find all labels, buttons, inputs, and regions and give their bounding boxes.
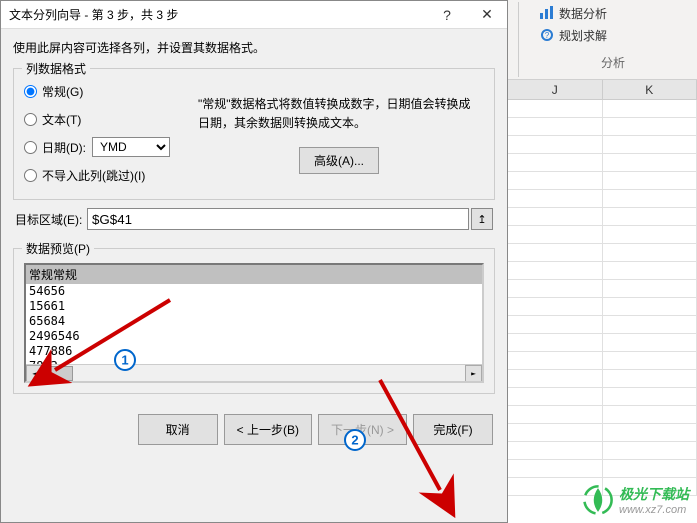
dialog-footer: 取消 < 上一步(B) 下一步(N) > 完成(F) [1,404,507,455]
format-legend: 列数据格式 [22,60,90,77]
scroll-thumb[interactable] [43,366,73,381]
dialog-body: 使用此屏内容可选择各列，并设置其数据格式。 列数据格式 常规(G) 文本(T) [1,29,507,404]
radio-date[interactable]: 日期(D): YMD [24,133,194,161]
titlebar: 文本分列向导 - 第 3 步，共 3 步 ? ✕ [1,1,507,29]
preview-line: 477886 [29,344,479,359]
radio-general[interactable]: 常规(G) [24,77,194,105]
preview-lines: 54656 15661 65684 2496546 477886 78-3 [26,284,482,374]
col-header[interactable]: K [603,80,697,99]
preview-scrollbar[interactable]: ◄ ► [26,364,482,381]
target-row: 目标区域(E): ↥ [15,208,493,230]
watermark: 极光下载站 www.xz7.com [581,483,689,517]
scroll-right-icon[interactable]: ► [465,365,482,382]
watermark-text1: 极光下载站 [619,484,689,504]
format-fieldset: 列数据格式 常规(G) 文本(T) 日期(D): YM [13,68,495,200]
cancel-button[interactable]: 取消 [138,414,218,445]
ribbon-data-analysis[interactable]: 数据分析 [539,2,687,24]
grid[interactable] [508,100,697,496]
data-analysis-icon [539,5,555,21]
watermark-text2: www.xz7.com [619,504,689,516]
spreadsheet: J K [508,80,697,523]
radio-text-input[interactable] [24,113,37,126]
scroll-track[interactable] [43,365,465,382]
ribbon-solver[interactable]: ? 规划求解 [539,24,687,46]
preview-legend: 数据预览(P) [22,240,94,257]
radio-general-input[interactable] [24,85,37,98]
scroll-left-icon[interactable]: ◄ [26,365,43,382]
solver-icon: ? [539,27,555,43]
ribbon-group-label: 分析 [539,54,687,71]
instruction-text: 使用此屏内容可选择各列，并设置其数据格式。 [13,39,495,56]
radio-text[interactable]: 文本(T) [24,105,194,133]
preview-line: 65684 [29,314,479,329]
radio-date-input[interactable] [24,141,37,154]
help-button[interactable]: ? [427,1,467,29]
finish-button[interactable]: 完成(F) [413,414,493,445]
watermark-logo-icon [581,483,615,517]
preview-box: 常规常规 54656 15661 65684 2496546 477886 78… [24,263,484,383]
close-button[interactable]: ✕ [467,1,507,29]
preview-header: 常规常规 [26,265,482,284]
dialog-title: 文本分列向导 - 第 3 步，共 3 步 [9,6,427,23]
column-headers: J K [508,80,697,100]
radio-skip[interactable]: 不导入此列(跳过)(I) [24,161,194,189]
ref-select-button[interactable]: ↥ [471,208,493,230]
text-wizard-dialog: 文本分列向导 - 第 3 步，共 3 步 ? ✕ 使用此屏内容可选择各列，并设置… [0,0,508,523]
col-header[interactable]: J [508,80,603,99]
preview-line: 15661 [29,299,479,314]
back-button[interactable]: < 上一步(B) [224,414,312,445]
preview-line: 2496546 [29,329,479,344]
collapse-icon: ↥ [477,213,486,226]
next-button: 下一步(N) > [318,414,407,445]
date-format-select[interactable]: YMD [92,137,170,157]
target-label: 目标区域(E): [15,211,87,228]
ribbon-analysis-group: 数据分析 ? 规划求解 分析 [508,0,697,80]
svg-text:?: ? [545,31,550,40]
target-input[interactable] [87,208,469,230]
format-description: "常规"数据格式将数值转换成数字，日期值会转换成日期，其余数据则转换成文本。 [198,95,480,133]
advanced-button[interactable]: 高级(A)... [299,147,379,174]
format-description-area: "常规"数据格式将数值转换成数字，日期值会转换成日期，其余数据则转换成文本。 高… [194,77,484,189]
preview-line: 54656 [29,284,479,299]
radio-skip-input[interactable] [24,169,37,182]
preview-fieldset: 数据预览(P) 常规常规 54656 15661 65684 2496546 4… [13,248,495,394]
